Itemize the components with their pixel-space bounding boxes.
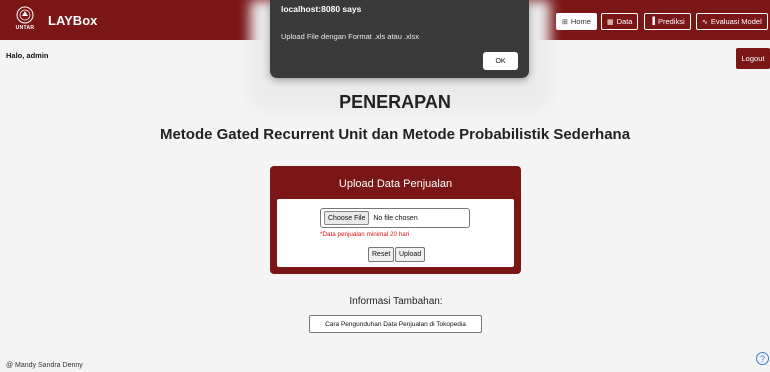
nav-prediksi-label: Prediksi <box>657 17 685 26</box>
seal-icon <box>16 6 34 24</box>
alert-ok-button[interactable]: OK <box>483 52 518 70</box>
table-icon: ▦ <box>607 18 614 26</box>
page-title: PENERAPAN <box>339 92 451 112</box>
brand-name: LAYBox <box>48 12 98 28</box>
upload-card: Upload Data Penjualan Choose File No fil… <box>270 166 521 274</box>
upload-button[interactable]: Upload <box>395 247 426 262</box>
bar-chart-icon: ▐ <box>650 18 655 25</box>
nav-evaluasi-label: Evaluasi Model <box>710 17 762 26</box>
nav-data[interactable]: ▦ Data <box>601 13 639 30</box>
info-title: Informasi Tambahan: <box>349 296 443 307</box>
alert-dialog: localhost:8080 says Upload File dengan F… <box>270 0 529 78</box>
brand[interactable]: UNTAR LAYBox <box>12 6 97 34</box>
minimum-data-note: *Data penjualan minimal 20 hari <box>320 231 410 238</box>
line-chart-icon: ∿ <box>702 18 708 26</box>
upload-form: Choose File No file chosen *Data penjual… <box>277 199 514 267</box>
help-icon[interactable]: ? <box>756 352 769 365</box>
tokopedia-guide-button[interactable]: Cara Pengunduhan Data Penjualan di Tokop… <box>309 315 482 333</box>
untar-logo: UNTAR <box>12 6 38 34</box>
nav-prediksi[interactable]: ▐ Prediksi <box>644 13 691 30</box>
greeting: Halo, admin <box>6 51 49 60</box>
footer-credit: @ Mandy Sandra Denny <box>6 362 83 369</box>
nav-home-label: Home <box>570 17 591 26</box>
nav-home[interactable]: ⊞ Home <box>556 13 597 30</box>
logo-text: UNTAR <box>15 25 35 31</box>
grid-icon: ⊞ <box>562 18 568 26</box>
logout-button[interactable]: Logout <box>736 48 770 69</box>
nav-data-label: Data <box>616 17 633 26</box>
file-status: No file chosen <box>373 214 418 222</box>
file-input[interactable]: Choose File No file chosen <box>320 208 470 228</box>
upload-card-title: Upload Data Penjualan <box>338 178 453 190</box>
choose-file-button[interactable]: Choose File <box>324 211 370 225</box>
page-subtitle: Metode Gated Recurrent Unit dan Metode P… <box>159 126 631 143</box>
reset-button[interactable]: Reset <box>368 247 395 262</box>
nav-evaluasi-model[interactable]: ∿ Evaluasi Model <box>696 13 768 30</box>
alert-title: localhost:8080 says <box>281 4 362 14</box>
alert-message: Upload File dengan Format .xls atau .xls… <box>281 32 419 41</box>
